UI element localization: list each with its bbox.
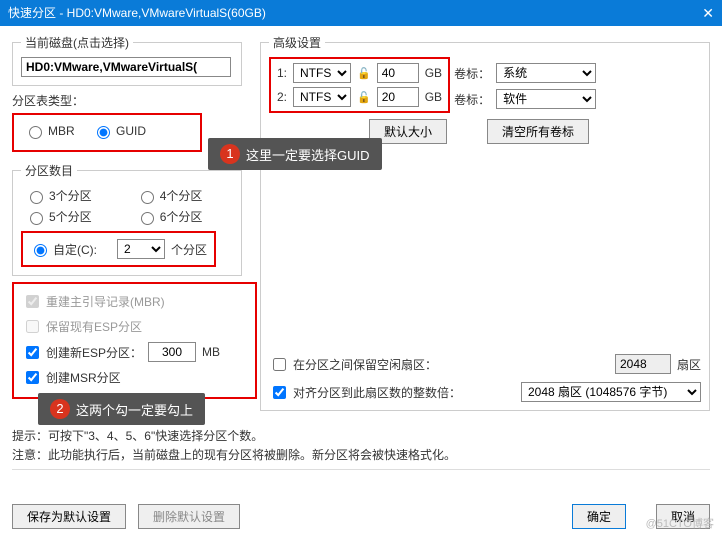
- ok-button[interactable]: 确定: [572, 504, 626, 529]
- table-type-box: MBR GUID: [12, 113, 202, 152]
- row2-size[interactable]: [377, 87, 419, 107]
- reserve-input: [615, 354, 671, 374]
- advanced-legend: 高级设置: [269, 34, 325, 51]
- callout-num-2: 2: [50, 399, 70, 419]
- esp-unit: MB: [202, 345, 220, 359]
- advanced-red-box: 1: NTFS 🔓 GB 2: NTFS 🔓 GB: [269, 57, 450, 113]
- radio-guid[interactable]: GUID: [92, 123, 146, 139]
- window-title: 快速分区 - HD0:VMware,VMwareVirtualS(60GB): [8, 0, 266, 26]
- tip-line-1: 提示：可按下"3、4、5、6"快速选择分区个数。: [12, 427, 710, 444]
- watermark: @51CTO博客: [646, 515, 714, 531]
- row1-unit: GB: [425, 66, 442, 80]
- delete-default-button[interactable]: 删除默认设置: [138, 504, 240, 529]
- callout-num-1: 1: [220, 144, 240, 164]
- lock-icon[interactable]: 🔓: [357, 67, 371, 80]
- reserve-unit: 扇区: [677, 356, 701, 373]
- row1-vlabel: 卷标：: [454, 65, 490, 82]
- custom-count-suffix: 个分区: [171, 241, 207, 258]
- options-box: 重建主引导记录(MBR) 保留现有ESP分区 创建新ESP分区： MB 创建MS…: [12, 282, 257, 399]
- save-default-button[interactable]: 保存为默认设置: [12, 504, 126, 529]
- chk-new-esp[interactable]: 创建新ESP分区：: [22, 343, 142, 362]
- row2-vol[interactable]: 软件: [496, 89, 596, 109]
- chk-msr[interactable]: 创建MSR分区: [22, 368, 121, 387]
- row1-vol[interactable]: 系统: [496, 63, 596, 83]
- chk-align[interactable]: 对齐分区到此扇区数的整数倍：: [269, 383, 461, 402]
- radio-mbr[interactable]: MBR: [24, 123, 75, 139]
- tip-line-2: 注意：此功能执行后，当前磁盘上的现有分区将被删除。新分区将会被快速格式化。: [12, 446, 710, 463]
- row1-fs[interactable]: NTFS: [293, 63, 351, 83]
- esp-size-input[interactable]: [148, 342, 196, 362]
- radio-4p[interactable]: 4个分区: [136, 187, 203, 204]
- current-disk-group: 当前磁盘(点击选择): [12, 34, 242, 86]
- close-icon[interactable]: ✕: [702, 0, 714, 26]
- current-disk-legend: 当前磁盘(点击选择): [21, 34, 133, 51]
- row2-idx: 2:: [277, 90, 287, 104]
- chk-mbr-rebuild[interactable]: 重建主引导记录(MBR): [22, 292, 165, 311]
- row2-fs[interactable]: NTFS: [293, 87, 351, 107]
- align-select[interactable]: 2048 扇区 (1048576 字节): [521, 382, 701, 402]
- radio-custom[interactable]: 自定(C):: [29, 241, 97, 258]
- partition-count-group: 分区数目 3个分区 4个分区 5个分区 6个分区 自定(C): 2 个分区: [12, 162, 242, 276]
- radio-6p[interactable]: 6个分区: [136, 208, 203, 225]
- custom-count-select[interactable]: 2: [117, 239, 165, 259]
- table-type-legend: 分区表类型：: [12, 92, 242, 109]
- count-legend: 分区数目: [21, 162, 77, 179]
- row2-unit: GB: [425, 90, 442, 104]
- callout-1: 1 这里一定要选择GUID: [208, 138, 382, 170]
- row1-idx: 1:: [277, 66, 287, 80]
- bottom-buttons: 保存为默认设置 删除默认设置 确定 取消: [0, 504, 722, 529]
- row1-size[interactable]: [377, 63, 419, 83]
- radio-5p[interactable]: 5个分区: [25, 208, 92, 225]
- chk-reserve[interactable]: 在分区之间保留空闲扇区：: [269, 355, 437, 374]
- clear-labels-button[interactable]: 清空所有卷标: [487, 119, 589, 144]
- row2-vlabel: 卷标：: [454, 91, 490, 108]
- chk-keep-esp[interactable]: 保留现有ESP分区: [22, 317, 142, 336]
- radio-3p[interactable]: 3个分区: [25, 187, 92, 204]
- callout-2: 2 这两个勾一定要勾上: [38, 393, 205, 425]
- current-disk-input[interactable]: [21, 57, 231, 77]
- custom-count-box: 自定(C): 2 个分区: [21, 231, 216, 267]
- titlebar: 快速分区 - HD0:VMware,VMwareVirtualS(60GB) ✕: [0, 0, 722, 26]
- lock-icon[interactable]: 🔓: [357, 91, 371, 104]
- advanced-group: 高级设置 1: NTFS 🔓 GB 2: NTFS �: [260, 34, 710, 411]
